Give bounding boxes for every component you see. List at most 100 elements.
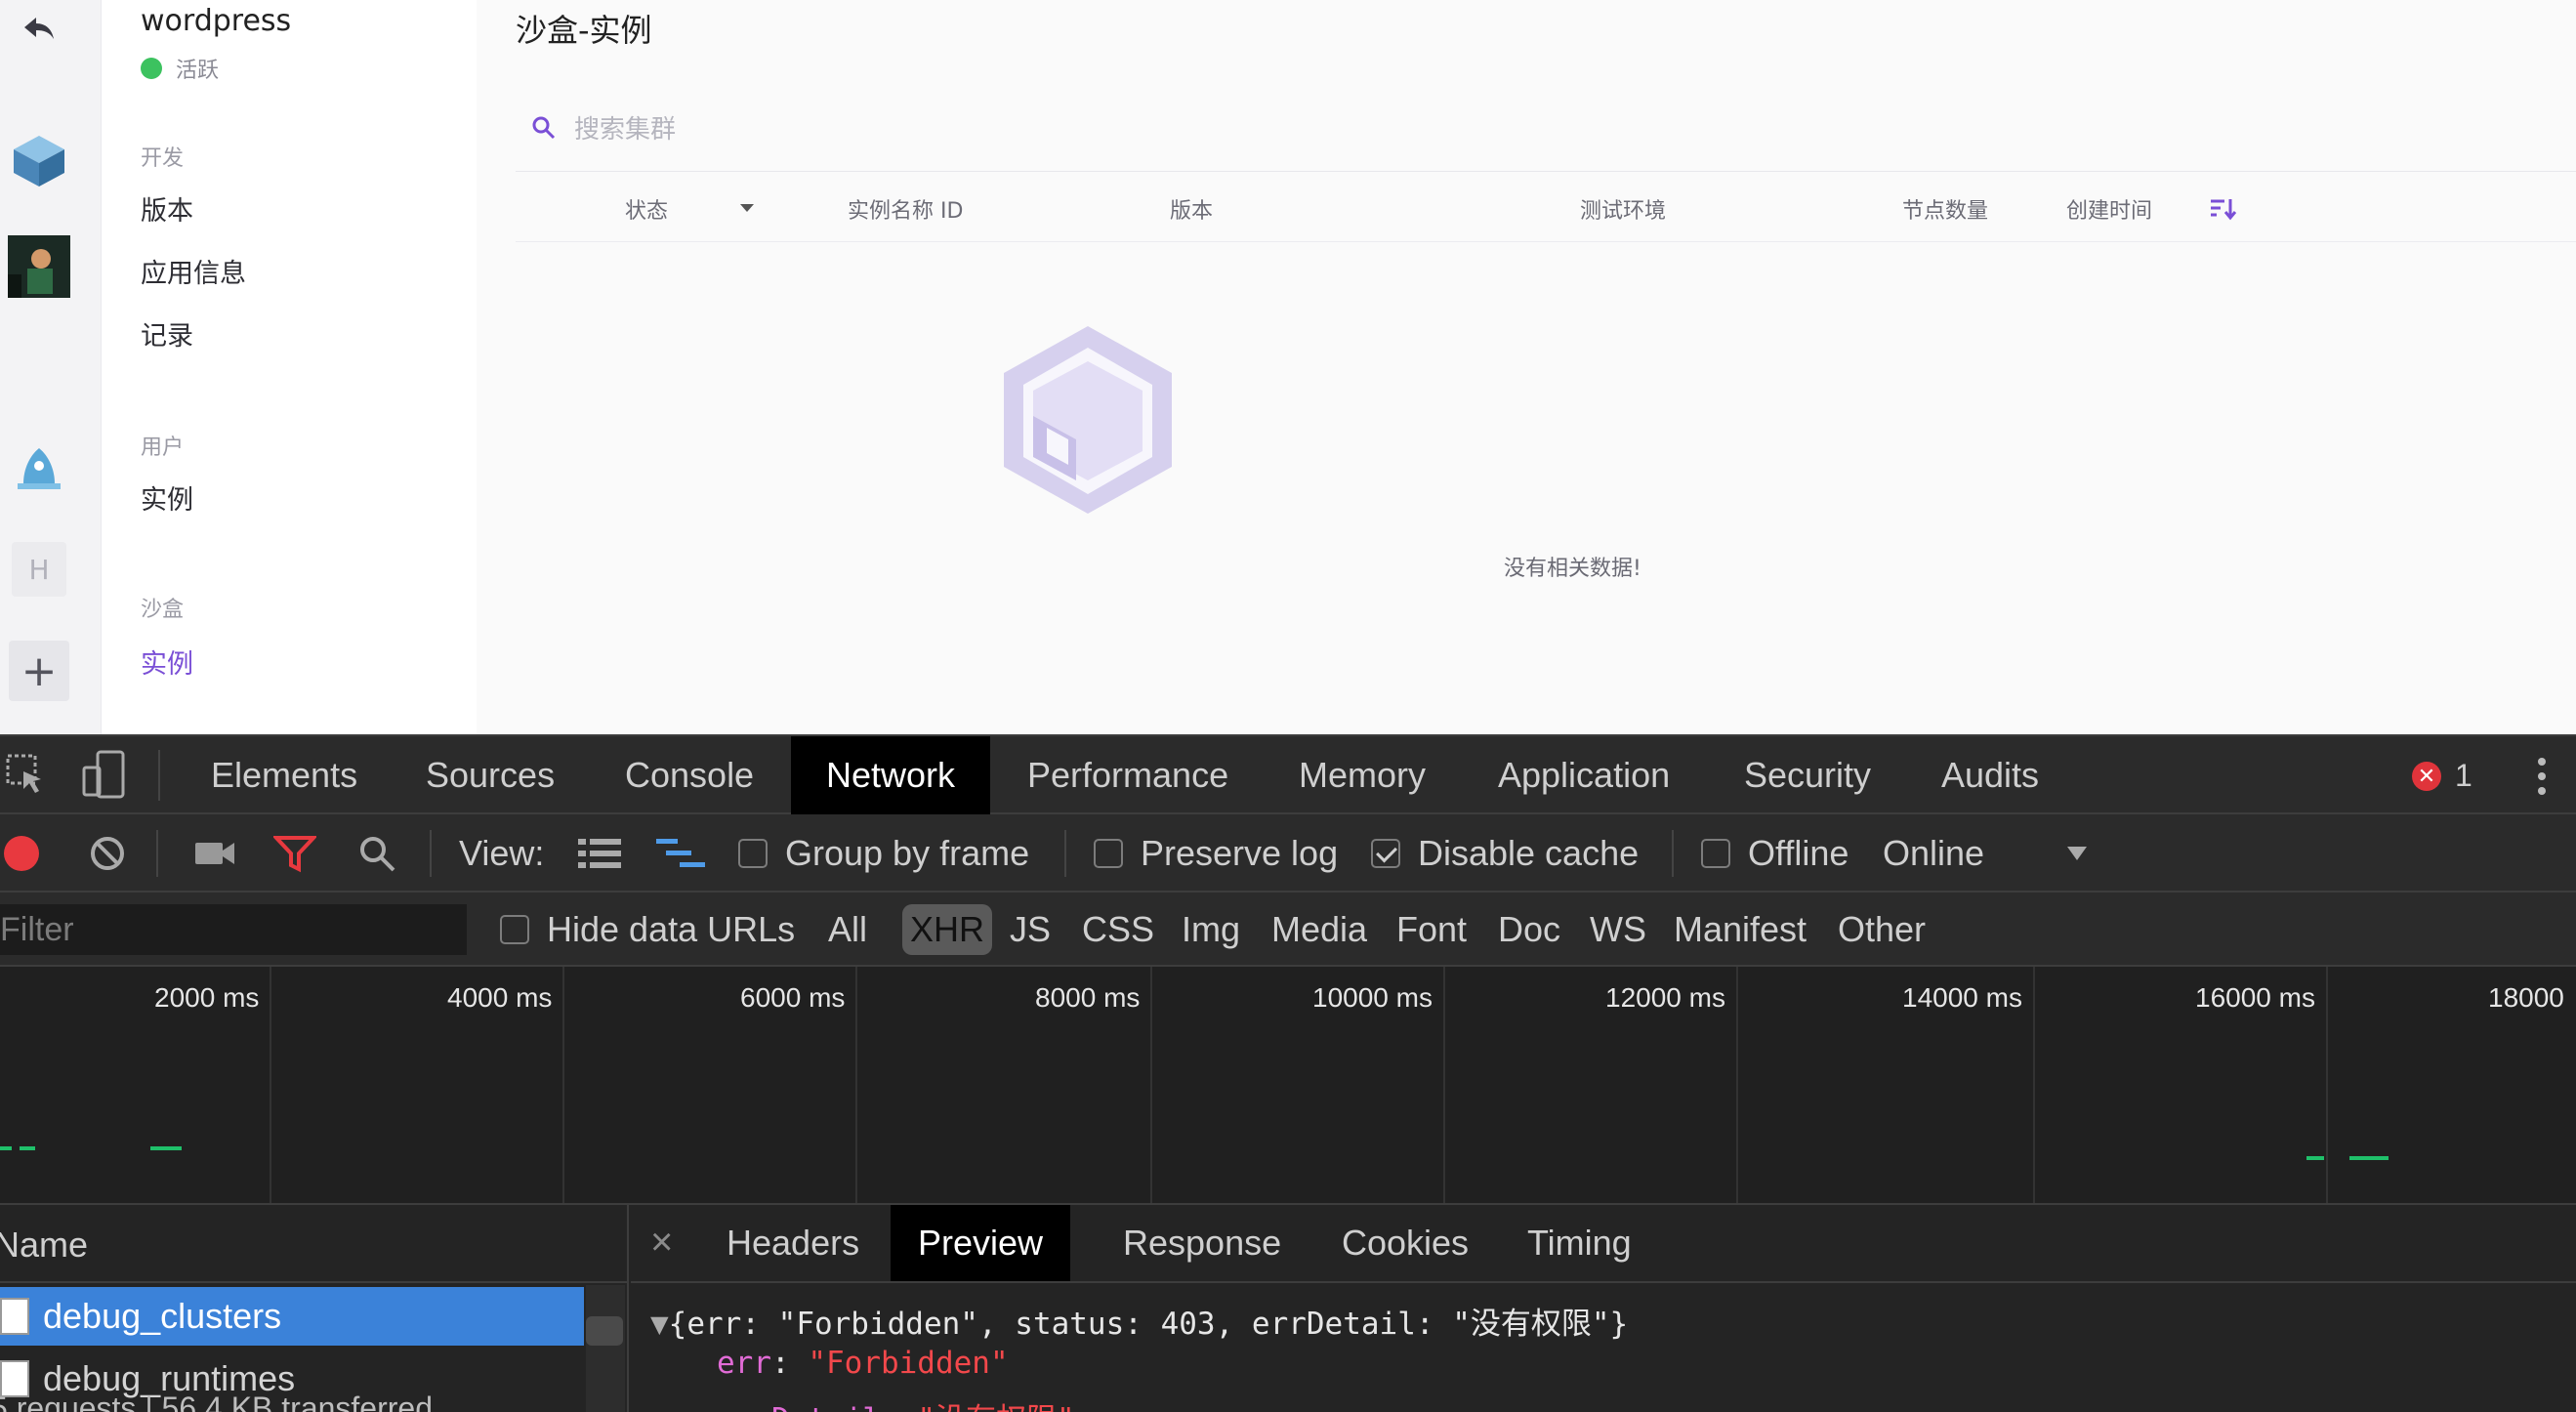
request-list-header[interactable]: Name [0,1205,627,1283]
timeline-overview[interactable]: 2000 ms 4000 ms 6000 ms 8000 ms 10000 ms… [0,967,2576,1205]
filter-type-css[interactable]: CSS [1074,904,1162,955]
status-filter-dropdown[interactable] [738,199,756,218]
sidebar-item-app-info[interactable]: 应用信息 [141,252,246,290]
empty-state-text: 没有相关数据! [1504,557,1641,581]
error-counter[interactable]: ✕ 1 [2412,758,2472,794]
throttling-select[interactable]: Online [1883,814,1984,893]
tab-response[interactable]: Response [1096,1205,1309,1281]
group-by-frame-option[interactable]: Group by frame [738,814,1029,893]
device-toolbar-icon[interactable] [82,750,125,804]
filter-type-js[interactable]: JS [1002,904,1059,955]
sidebar-item-sandbox-instances[interactable]: 实例 [141,643,193,681]
rail-deploy[interactable] [8,441,70,502]
filter-type-img[interactable]: Img [1174,904,1248,955]
filter-input[interactable] [0,904,467,955]
sidebar-item-logs[interactable]: 记录 [141,314,193,353]
tab-network[interactable]: Network [791,736,991,814]
tab-timing[interactable]: Timing [1500,1205,1659,1281]
app-name: wordpress [141,4,292,38]
request-row-debug-clusters[interactable]: debug_clusters [0,1287,584,1346]
search-button[interactable] [357,814,396,893]
timeline-tick-label: 6000 ms [740,982,846,1013]
tab-sources[interactable]: Sources [391,736,590,814]
request-detail: × Headers Preview Response Cookies Timin… [631,1205,2576,1412]
timeline-gridline [2033,967,2035,1203]
close-icon[interactable]: × [650,1221,673,1265]
preserve-log-checkbox[interactable] [1094,839,1123,868]
disable-cache-option[interactable]: Disable cache [1371,814,1639,893]
filter-type-media[interactable]: Media [1264,904,1375,955]
filter-type-other[interactable]: Other [1830,904,1933,955]
filter-type-ws[interactable]: WS [1582,904,1654,955]
hide-data-urls-option[interactable]: Hide data URLs [500,893,795,967]
request-bar [2349,1156,2389,1160]
app-status: 活跃 [141,53,219,84]
tab-application[interactable]: Application [1463,736,1705,814]
filter-type-all[interactable]: All [820,904,875,955]
column-created-time[interactable]: 创建时间 [2066,193,2152,225]
offline-option[interactable]: Offline [1701,814,1849,893]
filter-type-xhr[interactable]: XHR [902,904,993,955]
more-options-icon[interactable] [2527,752,2556,801]
rail-h-button[interactable]: H [8,539,70,600]
record-button[interactable] [4,814,39,893]
offline-checkbox[interactable] [1701,839,1730,868]
camera-icon [195,843,234,864]
sidebar-item-versions[interactable]: 版本 [141,189,193,228]
timeline-gridline [1443,967,1445,1203]
rail-app-image[interactable] [8,235,70,299]
tab-memory[interactable]: Memory [1264,736,1461,814]
filter-type-manifest[interactable]: Manifest [1666,904,1814,955]
request-list-scrollbar[interactable] [586,1285,625,1412]
timeline-tick-label: 18000 [2488,982,2564,1013]
hide-data-urls-checkbox[interactable] [500,915,529,944]
timeline-gridline [2326,967,2328,1203]
filter-type-font[interactable]: Font [1389,904,1475,955]
timeline-tick-label: 14000 ms [1902,982,2022,1013]
tab-audits[interactable]: Audits [1906,736,2074,814]
main-content: 沙盒-实例 状态 实例名称 ID 版本 测试环境 节点数量 创建时间 [477,0,2576,734]
search-input[interactable] [574,114,1160,145]
large-rows-toggle[interactable] [578,814,621,893]
throttling-value: Online [1883,833,1985,873]
disable-cache-checkbox[interactable] [1371,839,1400,868]
filter-toggle-button[interactable] [273,814,316,893]
tab-headers[interactable]: Headers [699,1205,887,1281]
timeline-tick-label: 12000 ms [1605,982,1725,1013]
preview-root[interactable]: ▼{err: "Forbidden", status: 403, errDeta… [650,1299,1628,1343]
timeline-gridline [562,967,564,1203]
throttling-dropdown-arrow[interactable] [2066,814,2088,893]
divider [1672,830,1674,877]
rail-add-button[interactable]: + [8,641,70,701]
json-key: err [717,1346,771,1381]
clear-button[interactable] [88,814,127,893]
screenshot-button[interactable] [193,814,236,893]
column-version: 版本 [1170,199,1214,224]
inspect-element-icon[interactable] [6,754,45,802]
tab-performance[interactable]: Performance [992,736,1264,814]
filter-type-doc[interactable]: Doc [1490,904,1568,955]
waterfall-view-toggle[interactable] [656,814,707,893]
app-rail: H + [0,0,102,734]
cube-icon [10,132,68,194]
empty-box-icon [1000,326,1176,521]
rail-app-cube[interactable] [8,133,70,193]
expand-triangle-icon[interactable]: ▼ [650,1307,669,1342]
tab-console[interactable]: Console [590,736,789,814]
scrollbar-thumb[interactable] [586,1316,623,1346]
file-icon [0,1298,29,1335]
tab-cookies[interactable]: Cookies [1314,1205,1496,1281]
tab-security[interactable]: Security [1709,736,1906,814]
sidebar: wordpress 活跃 开发 版本 应用信息 记录 用户 实例 沙盒 实例 [102,0,477,734]
timeline-tick-label: 16000 ms [2195,982,2315,1013]
timeline-gridline [1736,967,1738,1203]
back-button[interactable] [8,0,70,61]
divider [430,830,432,877]
tab-preview[interactable]: Preview [891,1205,1071,1281]
divider [1064,830,1066,877]
preserve-log-option[interactable]: Preserve log [1094,814,1338,893]
sort-icon[interactable] [2209,193,2238,227]
group-by-frame-checkbox[interactable] [738,839,768,868]
tab-elements[interactable]: Elements [176,736,393,814]
sidebar-item-user-instances[interactable]: 实例 [141,478,193,517]
